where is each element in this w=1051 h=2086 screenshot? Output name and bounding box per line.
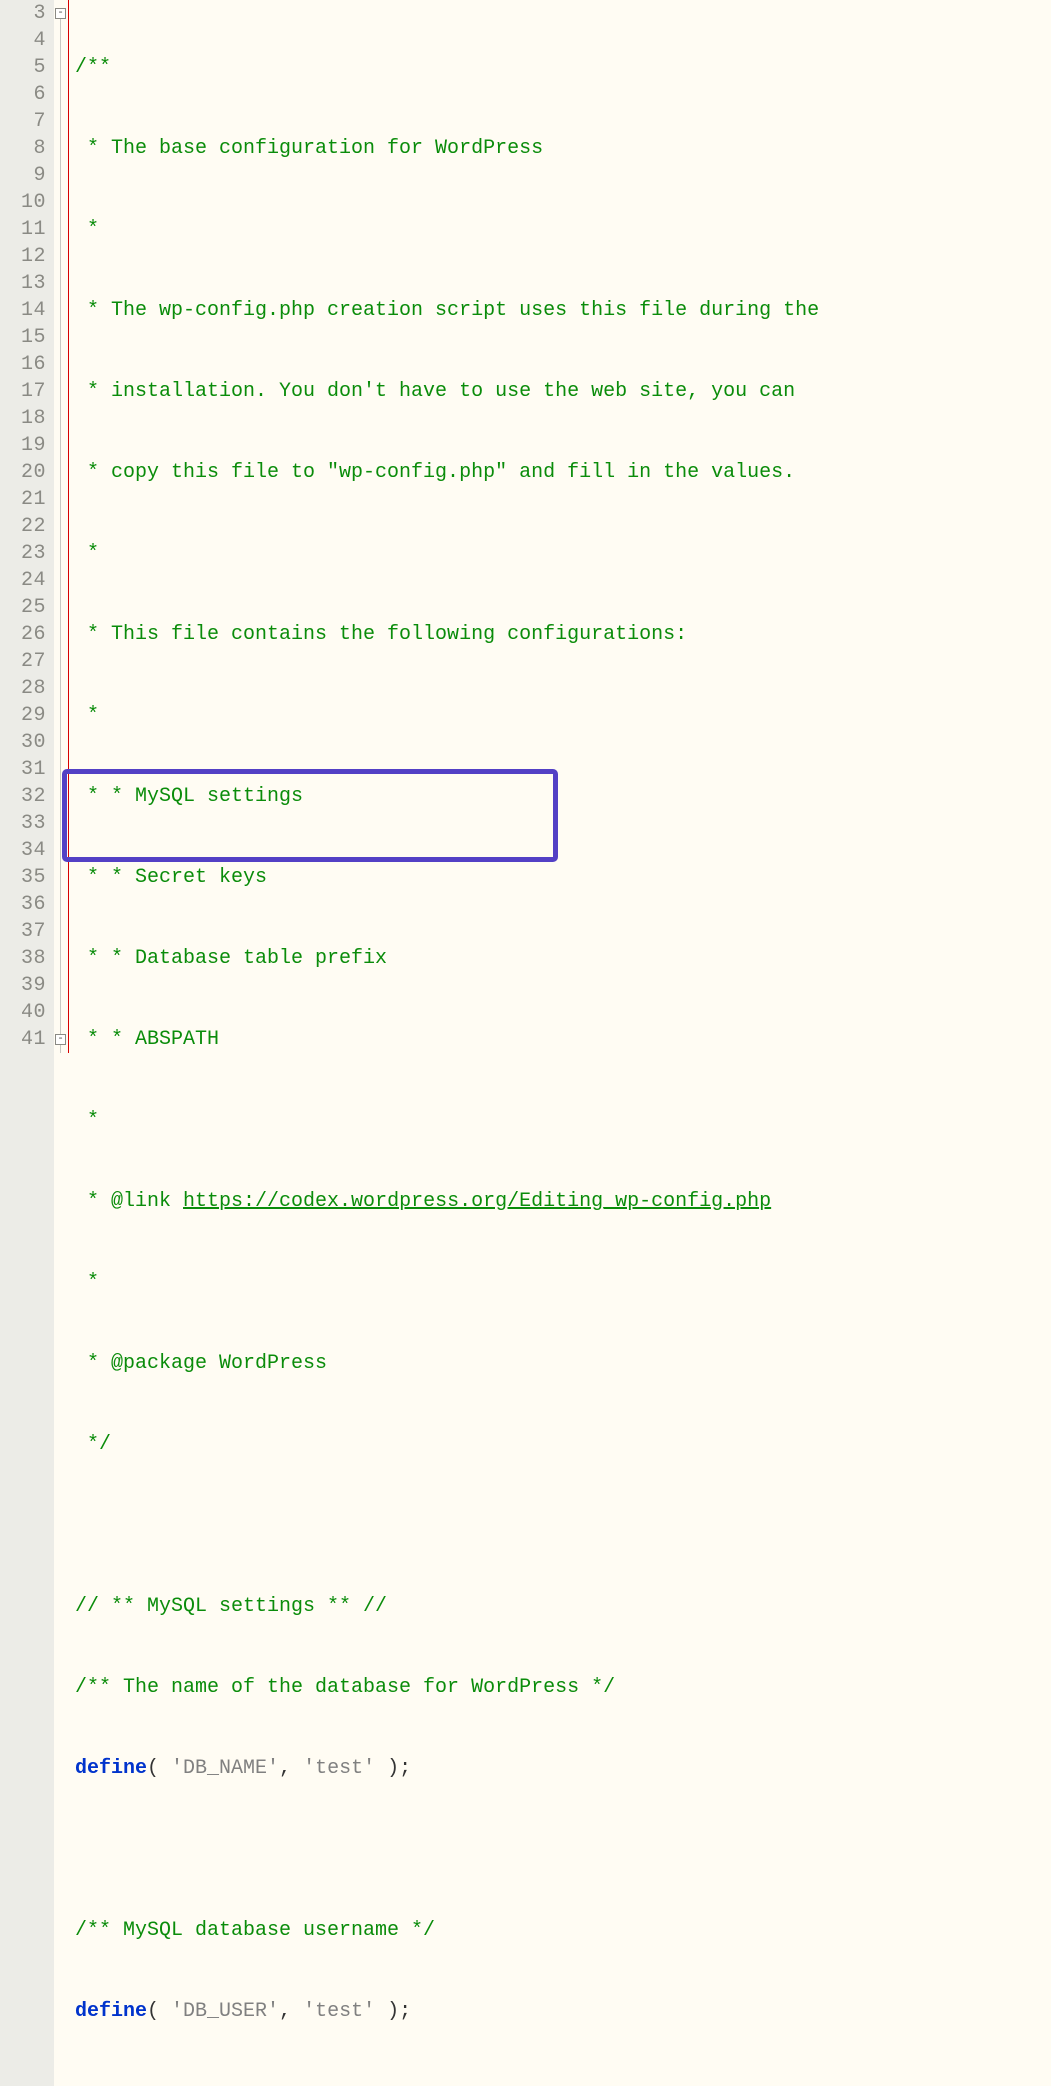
line-number: 21 [0,486,54,513]
line-number: 3 [0,0,54,27]
comment: * * MySQL settings [75,785,303,808]
comment: * This file contains the following confi… [75,623,687,646]
comment: * [75,704,99,727]
line-number: 27 [0,648,54,675]
line-number: 8 [0,135,54,162]
comment: // ** MySQL settings ** // [75,1595,387,1618]
line-number: 37 [0,918,54,945]
comment: * [75,1271,99,1294]
line-number: 40 [0,999,54,1026]
line-number: 10 [0,189,54,216]
line-number: 22 [0,513,54,540]
line-number: 15 [0,324,54,351]
line-number: 13 [0,270,54,297]
comment: * copy this file to "wp-config.php" and … [75,461,795,484]
comment: * * ABSPATH [75,1028,219,1051]
comment: * [75,542,99,565]
code-editor[interactable]: 3456789101112131415161718192021222324252… [0,0,1051,2086]
line-number: 36 [0,891,54,918]
line-number: 14 [0,297,54,324]
line-number: 33 [0,810,54,837]
line-number: 7 [0,108,54,135]
line-number: 29 [0,702,54,729]
line-number: 34 [0,837,54,864]
line-number: 28 [0,675,54,702]
comment: * installation. You don't have to use th… [75,380,795,403]
fold-toggle-icon[interactable]: - [55,1034,66,1045]
comment: * @link [75,1190,183,1213]
line-number: 12 [0,243,54,270]
comment: * @package WordPress [75,1352,327,1375]
line-number: 5 [0,54,54,81]
fold-toggle-icon[interactable]: - [55,8,66,19]
line-number: 23 [0,540,54,567]
line-number: 4 [0,27,54,54]
line-number: 17 [0,378,54,405]
fold-margin[interactable]: -- [54,0,69,1053]
line-number: 31 [0,756,54,783]
keyword-define: define [75,2000,147,2023]
line-number: 6 [0,81,54,108]
line-number: 35 [0,864,54,891]
comment: /** [75,56,111,79]
line-number: 30 [0,729,54,756]
line-number: 41 [0,1026,54,1053]
codex-link[interactable]: https://codex.wordpress.org/Editing_wp-c… [183,1190,771,1213]
comment: * * Database table prefix [75,947,387,970]
comment: /** MySQL database username */ [75,1919,435,1942]
line-number: 32 [0,783,54,810]
line-number: 16 [0,351,54,378]
line-number-gutter: 3456789101112131415161718192021222324252… [0,0,54,2086]
line-number: 20 [0,459,54,486]
db-name-value: test [315,1757,363,1780]
line-number: 19 [0,432,54,459]
line-number: 11 [0,216,54,243]
comment: /** The name of the database for WordPre… [75,1676,615,1699]
line-number: 26 [0,621,54,648]
line-number: 18 [0,405,54,432]
line-number: 9 [0,162,54,189]
comment: * The wp-config.php creation script uses… [75,299,819,322]
code-area[interactable]: /** * The base configuration for WordPre… [69,0,843,2086]
comment: * [75,218,99,241]
line-number: 25 [0,594,54,621]
line-number: 24 [0,567,54,594]
keyword-define: define [75,1757,147,1780]
comment: * [75,1109,99,1132]
comment: * * Secret keys [75,866,267,889]
comment: * The base configuration for WordPress [75,137,543,160]
comment: */ [75,1433,111,1456]
line-number: 38 [0,945,54,972]
db-user-value: test [315,2000,363,2023]
line-number: 39 [0,972,54,999]
